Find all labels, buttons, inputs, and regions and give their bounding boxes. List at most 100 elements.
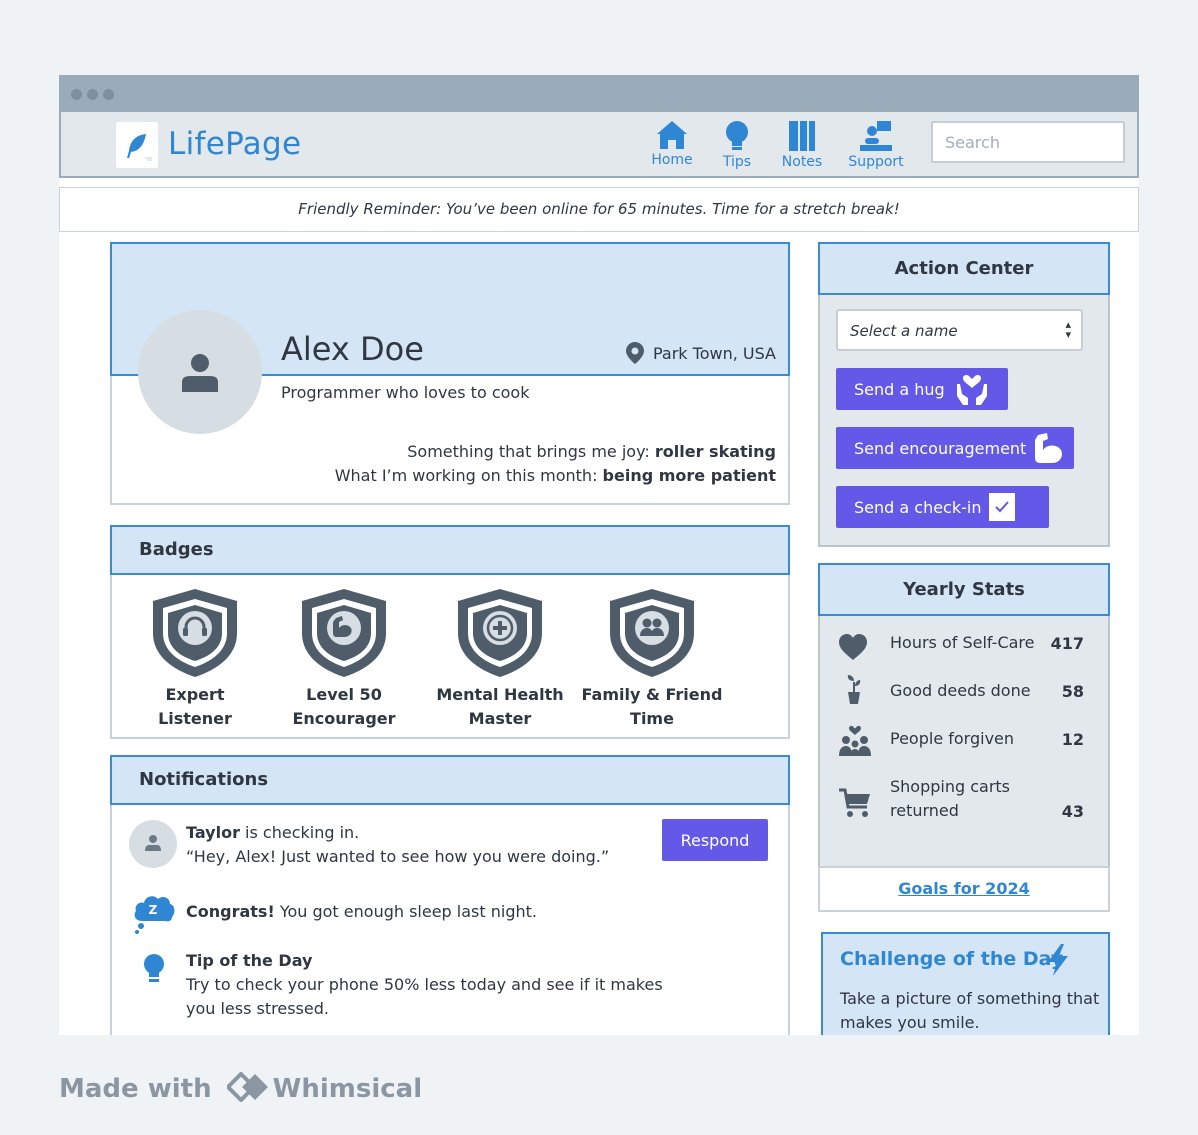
notification-message: “Hey, Alex! Just wanted to see how you w…	[186, 847, 610, 866]
avatar[interactable]	[138, 310, 262, 434]
logo[interactable]	[116, 122, 158, 168]
browser-window: LifePage Home Tips Notes Support Search …	[59, 75, 1139, 1035]
badges-header: Badges	[110, 525, 790, 575]
badges-title: Badges	[139, 539, 214, 560]
notification-text: you less stressed.	[186, 999, 329, 1018]
send-encouragement-label: Send encouragement	[854, 438, 1027, 458]
sleep-cloud-icon: Z	[134, 896, 175, 934]
challenge-title-text: Challenge of the Day	[840, 948, 1064, 970]
stat-label: Good deeds done	[890, 681, 1031, 700]
flexed-arm-icon	[1035, 433, 1062, 463]
action-center-header: Action Center	[818, 242, 1110, 295]
people-heart-icon	[839, 725, 871, 756]
badge-label-line2: Listener	[158, 709, 232, 728]
profile-card: Alex Doe Park Town, USA Programmer who l…	[110, 242, 790, 505]
location-text: Park Town, USA	[652, 344, 776, 363]
yearly-stats-title: Yearly Stats	[903, 579, 1025, 600]
badges-panel: Badges Expert Listener Level 50 Encourag…	[110, 525, 790, 739]
working-label: What I’m working on this month:	[334, 466, 598, 485]
badge-label: Family & Friend Time	[577, 683, 727, 731]
badge-label-line2: Master	[468, 709, 532, 728]
top-navbar: LifePage Home Tips Notes Support Search	[59, 112, 1139, 178]
profile-location: Park Town, USA	[625, 342, 776, 365]
home-icon	[657, 121, 687, 149]
notification-tip: Tip of the Day Try to check your phone 5…	[186, 949, 663, 1021]
send-hug-button[interactable]: Send a hug	[836, 368, 1008, 410]
badge-mental-health-master[interactable]: Mental Health Master	[425, 587, 575, 731]
working-value: being more patient	[602, 466, 776, 485]
yearly-stats-header: Yearly Stats	[818, 563, 1110, 616]
shield-icon	[458, 589, 542, 677]
notes-icon	[789, 121, 815, 151]
name-select[interactable]: Select a name ▴ ▾	[836, 309, 1083, 351]
made-with-text: Made with	[59, 1074, 212, 1104]
badge-expert-listener[interactable]: Expert Listener	[120, 587, 270, 731]
action-center-title: Action Center	[894, 258, 1034, 279]
window-dot[interactable]	[71, 89, 82, 100]
nav-tips-label: Tips	[722, 154, 752, 170]
badge-family-friend-time[interactable]: Family & Friend Time	[577, 587, 727, 731]
window-dot[interactable]	[87, 89, 98, 100]
notification-checkin: Taylor is checking in. “Hey, Alex! Just …	[186, 821, 609, 869]
nav-support-label: Support	[848, 154, 904, 170]
lightning-icon	[1048, 944, 1068, 976]
profile-joy: Something that brings me joy: roller ska…	[407, 442, 776, 461]
shield-icon	[610, 589, 694, 677]
notification-text: is checking in.	[239, 823, 360, 842]
notification-congrats: Congrats! You got enough sleep last nigh…	[186, 900, 537, 924]
challenge-panel: Challenge of the Day Take a picture of s…	[821, 932, 1110, 1035]
send-hug-label: Send a hug	[854, 379, 945, 399]
checkbox-icon	[989, 493, 1015, 521]
app-name[interactable]: LifePage	[168, 126, 301, 162]
whimsical-logo-icon	[224, 1070, 268, 1103]
stat-label-line2: returned	[890, 801, 959, 820]
notification-text: You got enough sleep last night.	[274, 902, 537, 921]
stat-label: Hours of Self-Care	[890, 633, 1035, 652]
stat-label-line1: Shopping carts	[890, 777, 1011, 796]
profile-name: Alex Doe	[281, 330, 424, 368]
nav-tips[interactable]: Tips	[702, 120, 772, 170]
select-value: Select a name	[850, 322, 958, 340]
cart-icon	[839, 788, 870, 817]
shield-icon	[153, 589, 237, 677]
notification-sender: Taylor	[186, 823, 240, 842]
challenge-text: Take a picture of something that makes y…	[840, 989, 1100, 1032]
send-checkin-button[interactable]: Send a check-in	[836, 486, 1049, 528]
goals-link[interactable]: Goals for 2024	[898, 879, 1029, 898]
search-input[interactable]	[931, 121, 1125, 163]
badge-label-line1: Level 50	[306, 685, 382, 704]
user-icon	[182, 354, 218, 392]
select-arrows-icon: ▴ ▾	[1065, 318, 1071, 341]
shield-icon	[302, 589, 386, 677]
stat-value: 417	[1050, 634, 1084, 653]
window-dot[interactable]	[103, 89, 114, 100]
badge-label-line2: Encourager	[292, 709, 396, 728]
feather-icon	[127, 134, 152, 161]
badge-label-line1: Family & Friend	[581, 685, 723, 704]
badge-label: Expert Listener	[120, 683, 270, 731]
profile-tagline: Programmer who loves to cook	[281, 383, 530, 402]
notification-text: Try to check your phone 50% less today a…	[186, 975, 663, 994]
support-icon	[860, 121, 892, 151]
whimsical-brand[interactable]: Whimsical	[273, 1074, 422, 1104]
badge-label-line1: Expert	[165, 685, 225, 704]
heart-icon	[839, 634, 867, 660]
send-checkin-label: Send a check-in	[854, 497, 982, 517]
badge-label-line2: Time	[630, 709, 674, 728]
lightbulb-icon	[726, 121, 748, 150]
seedling-icon	[847, 675, 861, 704]
reminder-banner: Friendly Reminder: You’ve been online fo…	[59, 187, 1139, 232]
stat-label: Shopping carts returned	[890, 775, 1010, 823]
notification-title: Congrats!	[186, 902, 275, 921]
goals-bar: Goals for 2024	[818, 866, 1110, 912]
nav-home[interactable]: Home	[637, 120, 707, 168]
badge-label: Mental Health Master	[425, 683, 575, 731]
nav-support[interactable]: Support	[841, 120, 911, 170]
send-encouragement-button[interactable]: Send encouragement	[836, 427, 1074, 469]
hands-heart-icon	[957, 374, 987, 405]
nav-notes[interactable]: Notes	[767, 120, 837, 170]
user-avatar-icon[interactable]	[129, 820, 177, 868]
stat-value: 12	[1061, 730, 1084, 749]
respond-button[interactable]: Respond	[662, 819, 768, 861]
badge-level-50-encourager[interactable]: Level 50 Encourager	[269, 587, 419, 731]
